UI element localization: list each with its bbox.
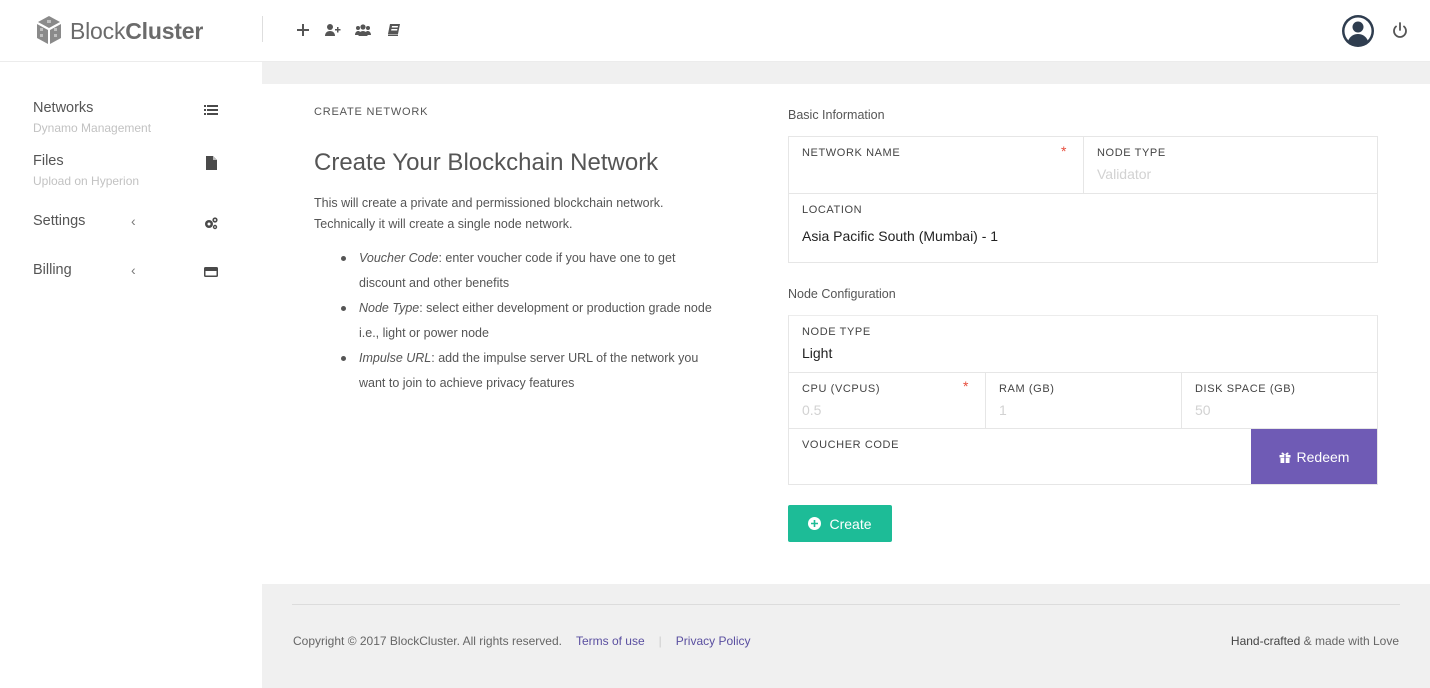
book-icon[interactable] <box>384 20 402 40</box>
copyright-text: Copyright © 2017 BlockCluster. All right… <box>293 634 562 648</box>
voucher-cell: VOUCHER CODE <box>789 429 1251 484</box>
chevron-left-icon: ‹ <box>131 213 136 229</box>
location-cell[interactable]: LOCATION Asia Pacific South (Mumbai) - 1 <box>789 194 1377 263</box>
top-header: BlockCluster <box>0 0 1430 62</box>
location-label: LOCATION <box>802 204 863 216</box>
sidebar-item-label: Files <box>33 153 64 169</box>
add-user-icon[interactable] <box>324 20 342 40</box>
basic-info-title: Basic Information <box>788 108 885 122</box>
help-list: Voucher Code: enter voucher code if you … <box>339 246 719 396</box>
file-icon <box>206 156 217 170</box>
list-item: Voucher Code: enter voucher code if you … <box>339 246 719 296</box>
header-divider <box>262 16 263 42</box>
sidebar-item-files[interactable]: Files Upload on Hyperion <box>33 153 228 188</box>
footer-separator: | <box>658 634 662 648</box>
config-node-type-cell[interactable]: NODE TYPE Light <box>789 316 1377 372</box>
required-mark: * <box>963 378 969 394</box>
ram-label: RAM (GB) <box>999 383 1055 395</box>
basic-info-form: NETWORK NAME * NODE TYPE LOCATION Asia P… <box>788 136 1378 263</box>
plus-circle-icon <box>808 517 822 530</box>
voucher-code-field[interactable] <box>802 458 1238 474</box>
node-type-field[interactable] <box>1097 166 1365 182</box>
required-mark: * <box>1061 143 1067 159</box>
user-avatar-icon[interactable] <box>1341 14 1375 48</box>
sidebar-item-networks[interactable]: Networks Dynamo Management <box>33 100 228 135</box>
list-icon <box>204 105 218 115</box>
brand[interactable]: BlockCluster <box>32 12 203 50</box>
privacy-link[interactable]: Privacy Policy <box>676 634 751 648</box>
handcrafted-text: Hand-crafted <box>1230 634 1301 648</box>
location-select[interactable]: Asia Pacific South (Mumbai) - 1 <box>802 228 1364 244</box>
create-label: Create <box>829 515 872 532</box>
footer-divider <box>292 604 1400 605</box>
cpu-label: CPU (VCPUS) <box>802 383 881 395</box>
brand-name: BlockCluster <box>70 17 204 44</box>
chevron-left-icon: ‹ <box>131 262 136 278</box>
block-title: CREATE NETWORK <box>314 106 429 118</box>
sidebar-item-label: Networks <box>33 100 94 116</box>
cpu-cell: CPU (VCPUS) <box>789 373 985 428</box>
made-with-love-text: & made with Love <box>1300 634 1399 648</box>
ram-cell: RAM (GB) <box>986 373 1181 428</box>
config-node-type-label: NODE TYPE <box>802 326 871 338</box>
terms-link[interactable]: Terms of use <box>576 634 645 648</box>
header-toolbar <box>294 20 402 40</box>
sidebar-item-sublabel: Dynamo Management <box>33 121 152 135</box>
redeem-button[interactable]: Redeem <box>1251 429 1377 484</box>
node-type-cell: NODE TYPE <box>1084 137 1378 193</box>
ram-field[interactable] <box>999 402 1168 418</box>
content-top-band <box>262 62 1430 84</box>
credit-card-icon <box>204 267 218 277</box>
power-icon[interactable] <box>1391 22 1409 40</box>
footer-right: Hand-crafted & made with Love <box>1231 634 1399 648</box>
redeem-label: Redeem <box>1296 448 1350 465</box>
create-button[interactable]: Create <box>788 505 892 542</box>
footer-left: Copyright © 2017 BlockCluster. All right… <box>293 634 750 648</box>
plus-icon[interactable] <box>294 20 312 40</box>
sidebar: Networks Dynamo Management Files Upload … <box>0 62 262 688</box>
sidebar-item-sublabel: Upload on Hyperion <box>33 174 140 188</box>
disk-label: DISK SPACE (GB) <box>1195 383 1296 395</box>
intro-text: This will create a private and permissio… <box>314 196 664 231</box>
network-name-field[interactable] <box>802 166 1070 182</box>
voucher-label: VOUCHER CODE <box>802 439 900 451</box>
users-icon[interactable] <box>354 20 372 40</box>
network-name-label: NETWORK NAME <box>802 147 901 159</box>
sidebar-item-settings[interactable]: Settings ‹ <box>33 213 228 230</box>
blockcluster-logo-icon <box>37 16 61 44</box>
cpu-field[interactable] <box>802 402 972 418</box>
node-type-label: NODE TYPE <box>1097 147 1166 159</box>
node-config-title: Node Configuration <box>788 287 896 301</box>
network-name-cell: NETWORK NAME <box>789 137 1083 193</box>
gift-icon <box>1279 452 1291 463</box>
disk-space-field[interactable] <box>1195 402 1364 418</box>
list-item: Impulse URL: add the impulse server URL … <box>339 346 719 396</box>
cogs-icon <box>205 217 218 230</box>
sidebar-item-billing[interactable]: Billing ‹ <box>33 262 228 278</box>
node-type-select[interactable]: Light <box>802 345 1364 361</box>
footer: Copyright © 2017 BlockCluster. All right… <box>262 584 1430 688</box>
list-item: Node Type: select either development or … <box>339 296 719 346</box>
disk-cell: DISK SPACE (GB) <box>1182 373 1377 428</box>
page-title: Create Your Blockchain Network <box>314 149 659 176</box>
